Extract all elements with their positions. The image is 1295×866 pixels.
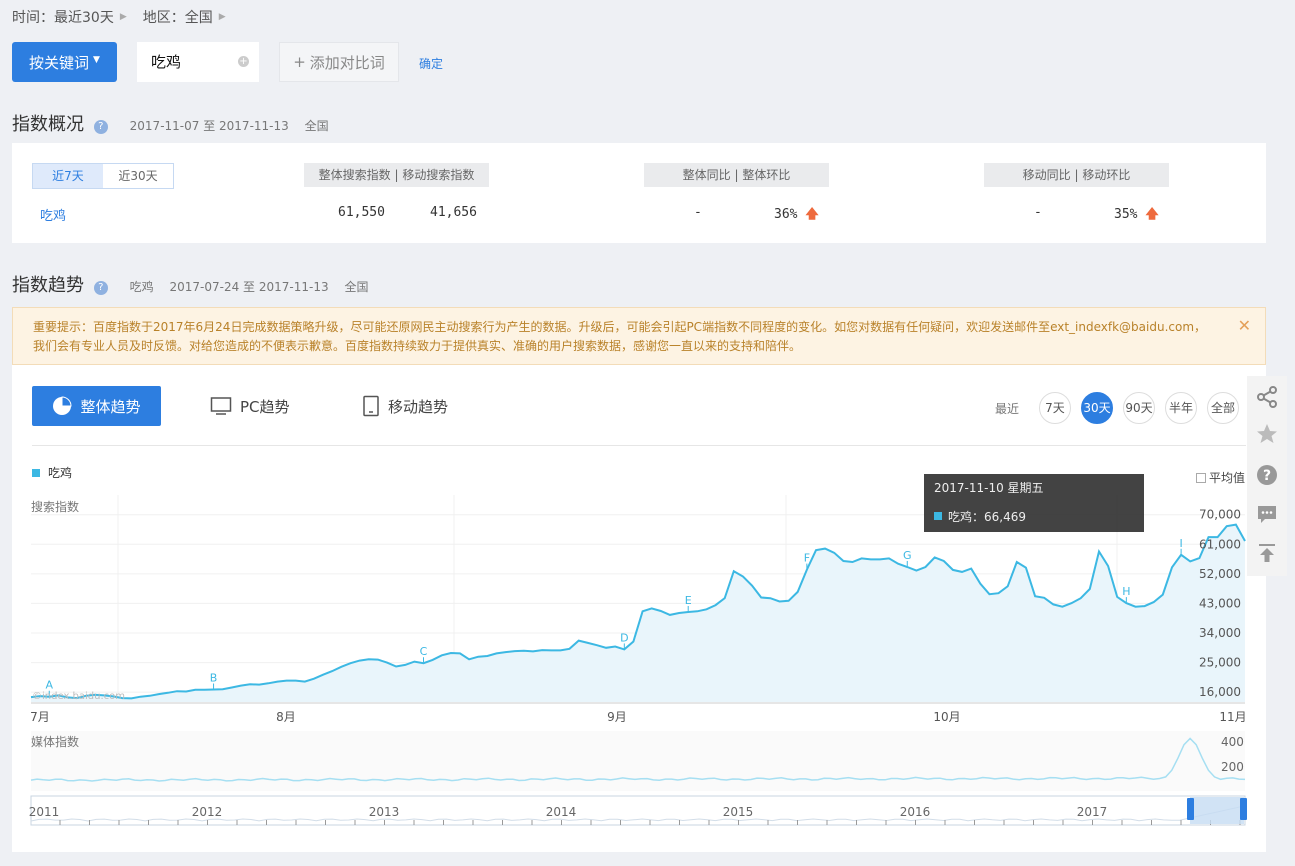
media-chart-bg — [31, 731, 1245, 791]
help-circle-icon[interactable]: ? — [1255, 463, 1279, 487]
chart-tooltip: 2017-11-10 星期五 吃鸡：66,469 — [924, 474, 1144, 532]
x-tick-label: 10月 — [933, 710, 960, 724]
annotation-marker[interactable]: F — [804, 552, 810, 565]
annotation-marker[interactable]: G — [903, 549, 912, 562]
media-tick-200: 200 — [1221, 760, 1244, 774]
floating-toolbar: ? — [1247, 376, 1287, 576]
navigator-year-label: 2011 — [29, 805, 60, 819]
y-tick-label: 34,000 — [1199, 626, 1241, 640]
x-tick-label: 9月 — [607, 710, 627, 724]
x-tick-label: 8月 — [276, 710, 296, 724]
y-axis-label: 搜索指数 — [31, 499, 79, 514]
comment-icon[interactable] — [1255, 502, 1279, 526]
annotation-marker[interactable]: A — [45, 679, 53, 692]
y-tick-label: 16,000 — [1199, 685, 1241, 699]
annotation-marker[interactable]: E — [685, 594, 692, 607]
star-icon[interactable] — [1255, 422, 1279, 446]
media-tick-400: 400 — [1221, 735, 1244, 749]
navigator-right-handle[interactable] — [1240, 798, 1247, 820]
annotation-marker[interactable]: H — [1122, 585, 1130, 598]
watermark: ©index.baidu.com — [32, 691, 125, 702]
svg-text:?: ? — [1263, 468, 1271, 484]
annotation-marker[interactable]: I — [1179, 537, 1182, 550]
navigator-year-label: 2015 — [723, 805, 754, 819]
y-tick-label: 52,000 — [1199, 567, 1241, 581]
annotation-marker[interactable]: B — [210, 672, 218, 685]
y-tick-label: 61,000 — [1199, 537, 1241, 551]
annotation-marker[interactable]: D — [620, 631, 628, 644]
tooltip-swatch — [934, 512, 942, 520]
navigator-selection[interactable] — [1190, 797, 1244, 824]
navigator-left-handle[interactable] — [1187, 798, 1194, 820]
share-icon[interactable] — [1255, 385, 1279, 409]
tooltip-value: 吃鸡：66,469 — [948, 509, 1026, 524]
y-tick-label: 43,000 — [1199, 596, 1241, 610]
navigator-year-label: 2014 — [546, 805, 577, 819]
back-to-top-icon[interactable] — [1255, 541, 1279, 565]
navigator-year-label: 2016 — [900, 805, 931, 819]
navigator-year-label: 2012 — [192, 805, 223, 819]
trend-chart: 搜索指数 16,000 25,000 34,000 43,000 52,000 61,00… — [29, 474, 1247, 826]
tooltip-date: 2017-11-10 星期五 — [934, 481, 1044, 495]
navigator-year-label: 2013 — [369, 805, 400, 819]
x-tick-label: 7月 — [30, 710, 50, 724]
annotation-marker[interactable]: C — [420, 645, 428, 658]
x-tick-label: 11月 — [1219, 710, 1246, 724]
x-ticks: 7月 8月 9月 10月 11月 — [30, 710, 1246, 724]
media-y-label: 媒体指数 — [31, 734, 79, 749]
y-tick-label: 70,000 — [1199, 508, 1241, 522]
y-tick-label: 25,000 — [1199, 656, 1241, 670]
navigator-year-label: 2017 — [1077, 805, 1108, 819]
